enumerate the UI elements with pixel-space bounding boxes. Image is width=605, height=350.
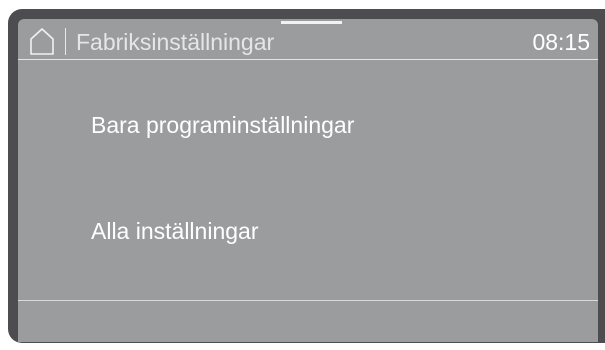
page-title: Fabriksinställningar xyxy=(76,29,275,55)
home-icon[interactable] xyxy=(29,27,55,55)
header-bar: Fabriksinställningar 08:15 xyxy=(18,19,598,59)
menu-item-all-settings[interactable]: Alla inställningar xyxy=(18,197,598,267)
footer-divider-line xyxy=(18,300,598,301)
menu-item-label: Alla inställningar xyxy=(91,218,259,244)
display-screen: Fabriksinställningar 08:15 Bara programi… xyxy=(18,19,598,342)
menu-item-label: Bara programinställningar xyxy=(91,112,355,138)
header-divider xyxy=(65,28,66,55)
header-divider-line xyxy=(18,59,598,60)
menu-item-program-settings[interactable]: Bara programinställningar xyxy=(18,91,598,161)
clock: 08:15 xyxy=(532,29,590,55)
device-frame: Fabriksinställningar 08:15 Bara programi… xyxy=(0,0,605,350)
